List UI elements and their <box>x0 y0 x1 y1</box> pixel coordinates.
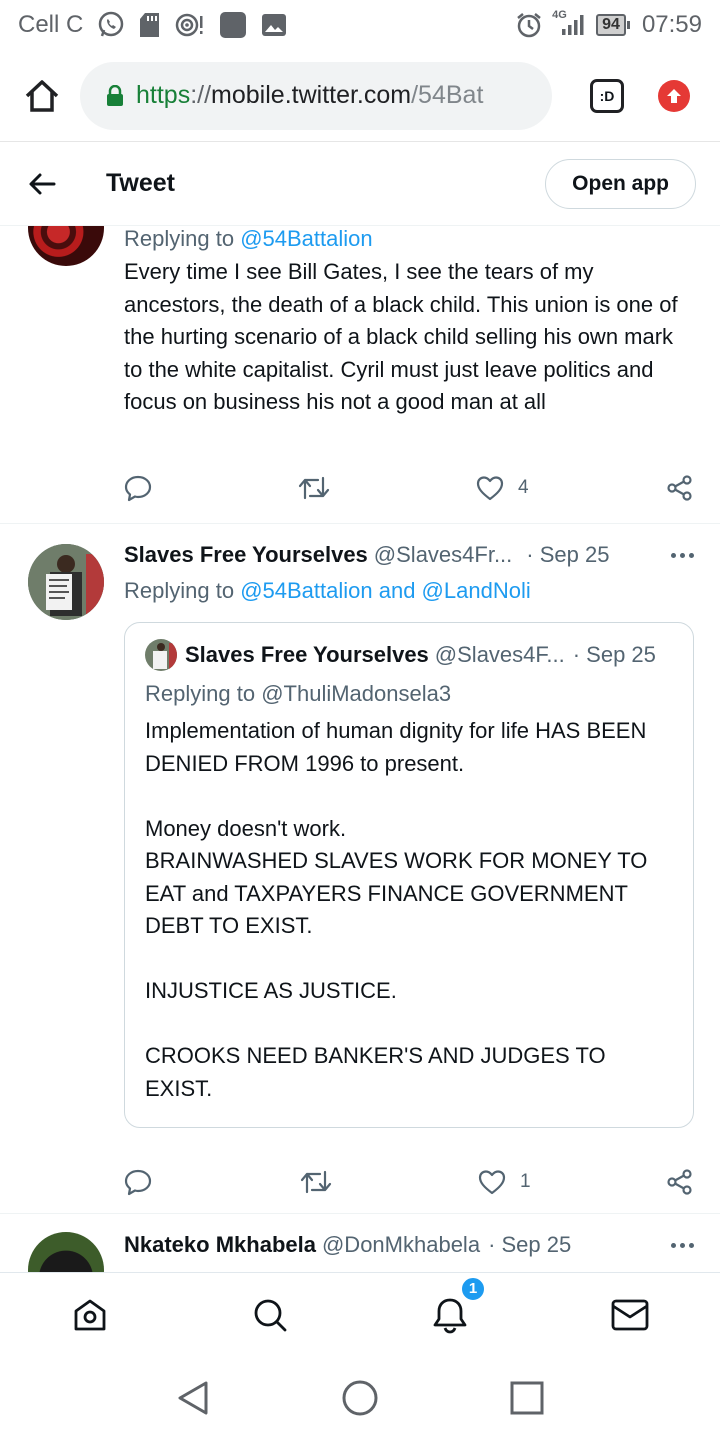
like-icon <box>476 475 504 501</box>
like-count: 1 <box>520 1171 531 1192</box>
tweet-item[interactable]: Slaves Free Yourselves @Slaves4Fr... · S… <box>0 524 720 1214</box>
retweet-icon[interactable] <box>298 474 330 502</box>
url-path: /54Bat <box>411 81 484 109</box>
like-icon <box>478 1169 506 1195</box>
share-icon[interactable] <box>666 1168 694 1196</box>
mention-link[interactable]: @54Battalion <box>240 226 372 251</box>
quoted-tweet[interactable]: Slaves Free Yourselves @Slaves4F... · Se… <box>124 622 694 1128</box>
android-navigation-bar <box>0 1356 720 1440</box>
quote-text: Implementation of human dignity for life… <box>145 718 648 1101</box>
reply-icon[interactable] <box>124 1168 152 1196</box>
hotspot-icon <box>175 12 205 38</box>
lock-icon <box>106 84 124 107</box>
bottom-navigation: 1 <box>0 1272 720 1356</box>
home-circle-icon[interactable] <box>341 1379 379 1417</box>
battery-indicator: 94 <box>596 14 630 36</box>
signal-icon: 4G <box>552 9 586 37</box>
recents-square-icon[interactable] <box>510 1381 544 1415</box>
like-button[interactable]: 4 <box>476 475 529 501</box>
carrier-label: Cell C <box>18 11 84 38</box>
tweet-header: Tweet Open app <box>0 142 720 226</box>
tweet-date[interactable]: · Sep 25 <box>488 1232 571 1258</box>
search-icon <box>252 1297 288 1333</box>
author-handle[interactable]: @Slaves4Fr... <box>374 542 513 568</box>
quote-replying-to: Replying to @ThuliMadonsela3 <box>145 681 452 706</box>
quote-mention: @ThuliMadonsela3 <box>261 681 452 706</box>
tweet-actions: 4 <box>124 468 694 508</box>
nav-home[interactable] <box>0 1297 180 1333</box>
more-icon[interactable] <box>671 1242 694 1248</box>
retweet-icon[interactable] <box>300 1168 332 1196</box>
avatar[interactable] <box>28 1232 104 1272</box>
quote-author-name: Slaves Free Yourselves <box>185 642 429 667</box>
quote-header-row: Slaves Free Yourselves @Slaves4F... · Se… <box>145 639 673 671</box>
home-icon[interactable] <box>22 76 62 116</box>
mention-link[interactable]: @54Battalion and @LandNoli <box>240 578 531 603</box>
url-scheme: https <box>136 81 191 109</box>
nav-notifications[interactable]: 1 <box>360 1275 540 1334</box>
notification-badge: 1 <box>460 1275 486 1302</box>
tweet-header-row: Slaves Free Yourselves @Slaves4Fr... · S… <box>124 542 694 568</box>
tweet-feed[interactable]: Replying to @54Battalion Every time I se… <box>0 226 720 1272</box>
author-handle[interactable]: @DonMkhabela <box>322 1232 480 1258</box>
mail-icon <box>611 1299 649 1331</box>
whatsapp-icon <box>97 11 125 39</box>
reply-icon[interactable] <box>124 474 152 502</box>
tweet-text: Every time I see Bill Gates, I see the t… <box>124 259 678 414</box>
status-bar: Cell C 4G 94 07:59 <box>0 0 720 50</box>
tweet-actions: 1 <box>124 1162 694 1202</box>
alarm-icon <box>516 12 542 38</box>
back-arrow-icon[interactable] <box>28 172 56 196</box>
author-name[interactable]: Nkateko Mkhabela <box>124 1232 316 1258</box>
home-icon <box>72 1297 108 1333</box>
url-host: mobile.twitter.com <box>211 81 412 109</box>
gallery-icon <box>261 13 287 37</box>
sd-card-icon <box>139 12 161 38</box>
nav-search[interactable] <box>180 1297 360 1333</box>
replying-to: Replying to @54Battalion <box>124 226 373 251</box>
like-button[interactable]: 1 <box>478 1169 531 1195</box>
clock: 07:59 <box>641 11 702 38</box>
avatar <box>145 639 177 671</box>
tabs-icon[interactable]: :D <box>590 78 624 113</box>
like-count: 4 <box>518 477 529 498</box>
replying-to: Replying to @54Battalion and @LandNoli <box>124 578 531 603</box>
back-triangle-icon[interactable] <box>176 1380 210 1416</box>
address-bar[interactable]: https://mobile.twitter.com/54Bat <box>80 61 552 130</box>
tweet-header-row: Nkateko Mkhabela @DonMkhabela · Sep 25 <box>124 1232 694 1258</box>
update-icon[interactable] <box>658 79 690 112</box>
tweet-item[interactable]: Nkateko Mkhabela @DonMkhabela · Sep 25 <box>0 1214 720 1272</box>
nav-messages[interactable] <box>540 1299 720 1331</box>
open-app-button[interactable]: Open app <box>545 158 696 209</box>
avatar[interactable] <box>28 226 104 266</box>
author-name[interactable]: Slaves Free Yourselves <box>124 542 368 568</box>
bell-icon <box>432 1296 468 1334</box>
app-square-icon <box>219 11 247 39</box>
quote-date: · Sep 25 <box>572 642 656 667</box>
page-title: Tweet <box>106 169 175 197</box>
tweet-date[interactable]: · Sep 25 <box>526 542 609 568</box>
quote-author-handle: @Slaves4F... <box>434 642 565 667</box>
share-icon[interactable] <box>666 474 694 502</box>
browser-toolbar: https://mobile.twitter.com/54Bat :D <box>0 50 720 142</box>
more-icon[interactable] <box>671 552 694 558</box>
tweet-item[interactable]: Replying to @54Battalion Every time I se… <box>0 226 720 524</box>
avatar[interactable] <box>28 544 104 620</box>
network-type-label: 4G <box>552 9 567 21</box>
url-separator: :// <box>190 81 212 109</box>
